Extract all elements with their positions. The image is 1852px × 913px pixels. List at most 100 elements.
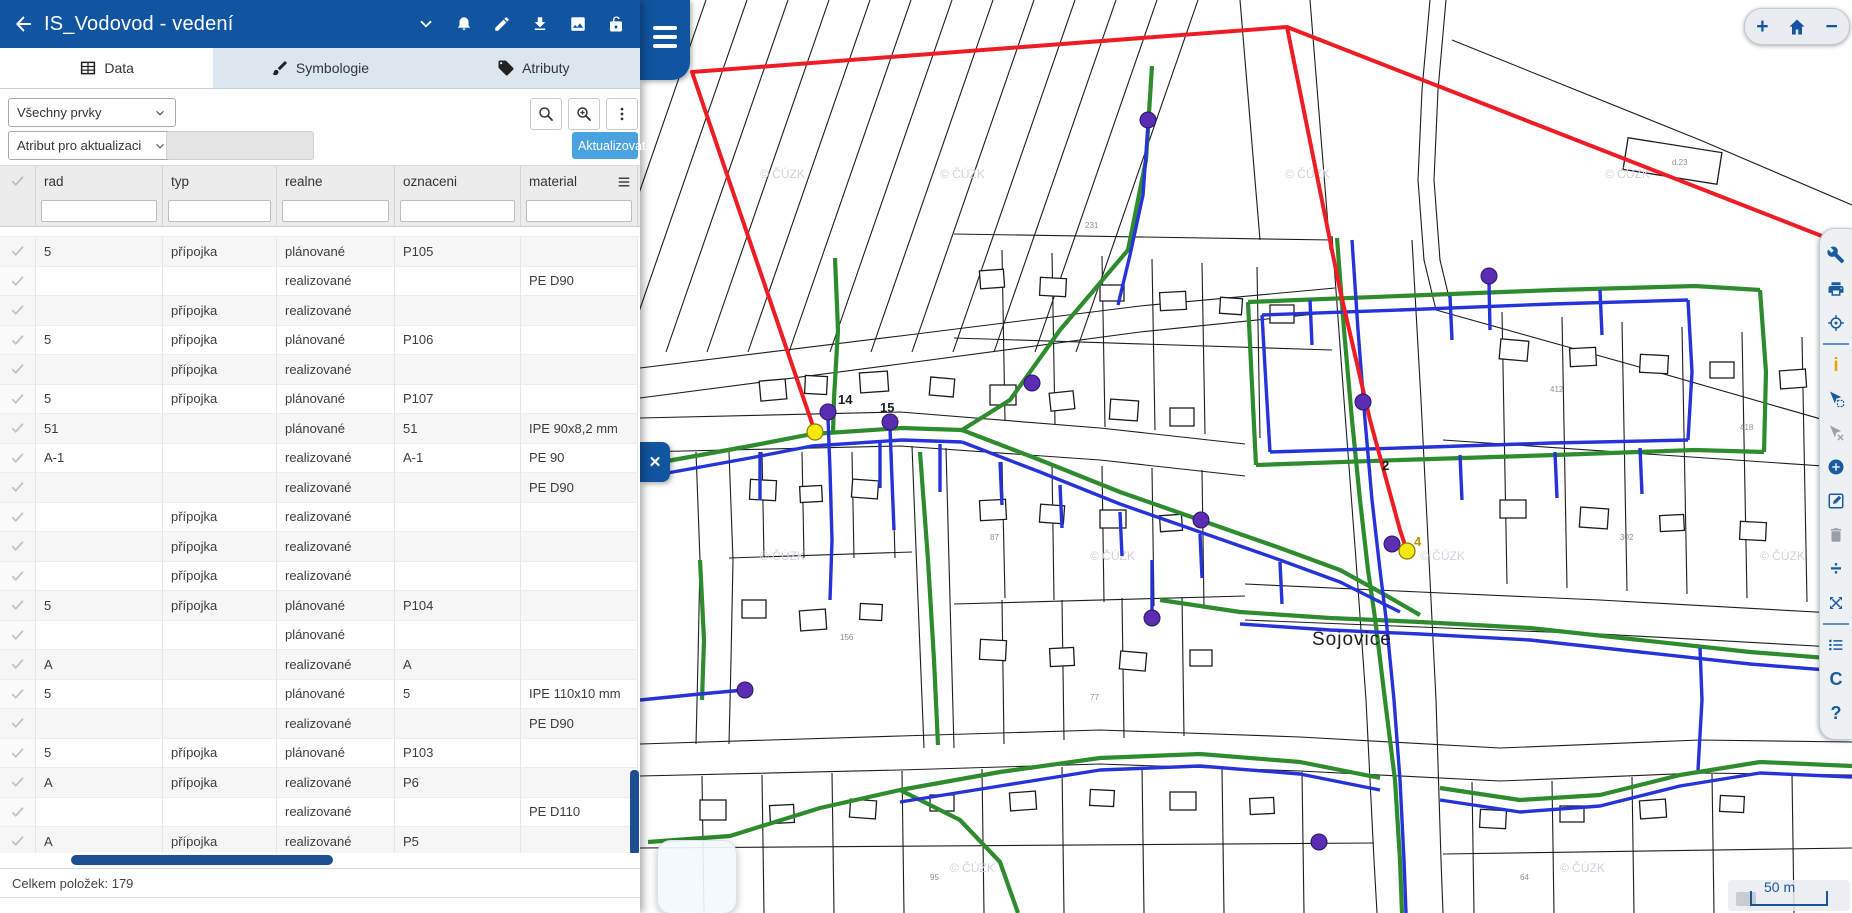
table-row[interactable]: ArealizovanéA [0,650,640,680]
feature-filter-select[interactable]: Všechny prvky [8,98,176,127]
column-menu-icon[interactable] [615,173,633,194]
row-checkbox[interactable] [0,473,36,503]
filter-input-typ[interactable] [168,200,271,222]
help-button[interactable]: ? [1820,696,1852,730]
table-row[interactable]: 51plánované51IPE 90x8,2 mm [0,414,640,444]
zoom-in-button[interactable]: + [1747,12,1777,42]
column-header-oznaceni[interactable]: oznaceni [395,166,521,196]
horizontal-scrollbar-thumb[interactable] [71,855,333,865]
network-node[interactable] [820,404,836,420]
table-row[interactable]: realizovanéPE D90 [0,267,640,297]
printer-button[interactable] [1820,272,1852,306]
pencil-icon-button[interactable] [487,10,516,39]
table-row[interactable]: přípojkarealizované [0,532,640,562]
row-checkbox[interactable] [0,532,36,562]
network-node[interactable] [882,414,898,430]
dots-button[interactable] [606,98,638,130]
row-checkbox[interactable] [0,739,36,769]
edit-box-button[interactable] [1820,484,1852,518]
chevron-down-icon-button[interactable] [411,10,440,39]
expand-button[interactable] [1820,586,1852,620]
panel-menu-tab[interactable] [640,0,690,80]
info-button[interactable]: i [1820,348,1852,382]
wrench-button[interactable] [1820,238,1852,272]
download-icon-button[interactable] [525,10,554,39]
table-row[interactable]: realizovanéPE D90 [0,473,640,503]
selected-node[interactable] [807,424,823,440]
panel-close-tab[interactable]: ✕ [640,442,670,482]
table-row[interactable]: 5přípojkaplánovanéP107 [0,385,640,415]
table-row[interactable]: přípojkarealizované [0,355,640,385]
column-header-rad[interactable]: rad [36,166,163,196]
network-node[interactable] [1311,834,1327,850]
trash-button[interactable] [1820,518,1852,552]
table-row[interactable]: přípojkarealizované [0,562,640,592]
row-checkbox[interactable] [0,591,36,621]
table-row[interactable]: přípojkarealizované [0,296,640,326]
tab-symbologie[interactable]: Symbologie [213,48,426,88]
back-button[interactable] [0,13,44,35]
unlock-icon-button[interactable] [601,10,630,39]
row-checkbox[interactable] [0,562,36,592]
row-checkbox[interactable] [0,768,36,798]
table-row[interactable]: A-1realizovanéA-1PE 90 [0,444,640,474]
row-checkbox[interactable] [0,650,36,680]
network-node[interactable] [1144,610,1160,626]
tab-data[interactable]: Data [0,48,213,88]
network-node[interactable] [1193,512,1209,528]
row-checkbox[interactable] [0,237,36,267]
add-circle-button[interactable] [1820,450,1852,484]
vertical-scrollbar-thumb[interactable] [630,770,639,855]
filter-input-rad[interactable] [41,200,157,222]
row-checkbox[interactable] [0,355,36,385]
search-button[interactable] [530,98,562,130]
tab-atributy[interactable]: Atributy [427,48,640,88]
row-checkbox[interactable] [0,709,36,739]
attribute-value-input[interactable] [166,131,314,160]
column-header-typ[interactable]: typ [163,166,277,196]
row-checkbox[interactable] [0,414,36,444]
row-checkbox[interactable] [0,267,36,297]
row-checkbox[interactable] [0,621,36,651]
table-row[interactable]: 5přípojkaplánovanéP106 [0,326,640,356]
table-row[interactable]: realizovanéPE D110 [0,798,640,828]
update-button[interactable]: Aktualizovat [572,132,638,159]
home-button[interactable] [1782,12,1812,42]
column-header-material[interactable]: material [521,166,638,196]
select-all-checkbox[interactable] [0,166,36,196]
select-remove-button[interactable] [1820,416,1852,450]
list-button[interactable] [1820,628,1852,662]
attribute-select[interactable]: Atribut pro aktualizaci [8,131,176,160]
map-mini-widget[interactable] [657,840,737,913]
history-c-button[interactable]: C [1820,662,1852,696]
table-row[interactable]: ApřípojkarealizovanéP6 [0,768,640,798]
bell-icon-button[interactable] [449,10,478,39]
image-icon-button[interactable] [563,10,592,39]
filter-input-oznaceni[interactable] [400,200,515,222]
zoom-in-button[interactable] [568,98,600,130]
table-row[interactable]: realizovanéPE D90 [0,709,640,739]
row-checkbox[interactable] [0,444,36,474]
network-node[interactable] [737,682,753,698]
zoom-out-button[interactable]: − [1817,12,1847,42]
horizontal-scrollbar[interactable] [0,853,640,867]
selected-node[interactable] [1399,543,1415,559]
network-node[interactable] [1355,394,1371,410]
divide-button[interactable]: ÷ [1820,552,1852,586]
row-checkbox[interactable] [0,296,36,326]
table-row[interactable]: plánované [0,621,640,651]
table-row[interactable]: přípojkarealizované [0,503,640,533]
filter-input-material[interactable] [526,200,632,222]
network-node[interactable] [1384,536,1400,552]
row-checkbox[interactable] [0,385,36,415]
crosshair-button[interactable] [1820,306,1852,340]
row-checkbox[interactable] [0,798,36,828]
network-node[interactable] [1024,375,1040,391]
row-checkbox[interactable] [0,503,36,533]
network-node[interactable] [1140,112,1156,128]
network-node[interactable] [1481,268,1497,284]
row-checkbox[interactable] [0,680,36,710]
table-row[interactable]: 5přípojkaplánovanéP103 [0,739,640,769]
column-header-realne[interactable]: realne [277,166,395,196]
table-row[interactable]: 5plánované5IPE 110x10 mm [0,680,640,710]
